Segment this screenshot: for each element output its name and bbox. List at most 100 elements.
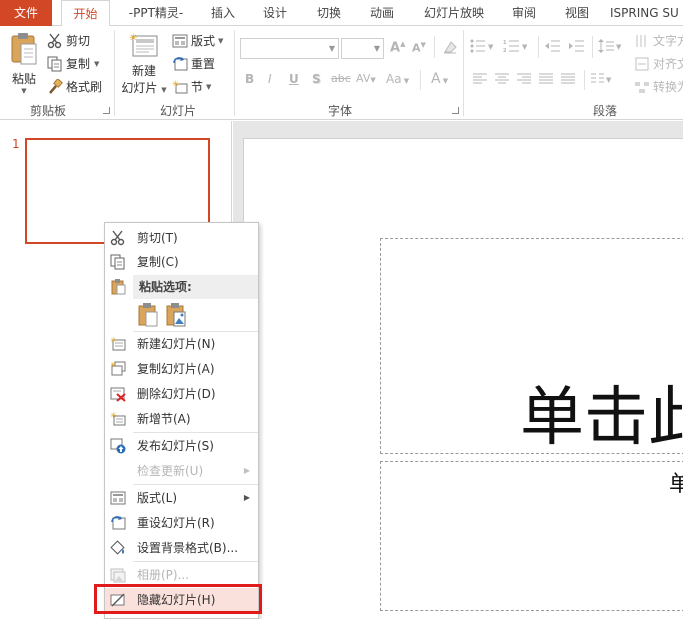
scissors-icon	[47, 33, 63, 49]
paragraph-group-label: 段落	[592, 104, 617, 118]
character-spacing-button[interactable]: AV▼	[356, 72, 376, 85]
align-text-label: 对齐文	[653, 57, 683, 71]
menu-item-layout[interactable]: 版式(L) ▶	[105, 486, 258, 510]
layout-icon	[172, 33, 188, 49]
shrink-font-button[interactable]: A▼	[412, 41, 426, 55]
italic-button[interactable]: I	[268, 72, 272, 86]
font-launcher-icon[interactable]	[452, 107, 459, 114]
bold-button[interactable]: B	[245, 72, 254, 86]
tab-ispring[interactable]: ISPRING SU	[610, 0, 683, 26]
font-name-dropdown-arrow-icon[interactable]: ▼	[329, 44, 335, 53]
reset-button[interactable]: 重置	[172, 55, 215, 72]
svg-text:▼: ▼	[606, 76, 612, 84]
shadow-button[interactable]: S	[312, 72, 321, 86]
columns-icon[interactable]: ▼	[590, 72, 614, 89]
tab-ppt-sprite[interactable]: -PPT精灵-	[120, 0, 192, 26]
reset-icon	[172, 56, 188, 72]
group-divider	[234, 30, 235, 116]
grow-font-button[interactable]: A▲	[390, 40, 405, 55]
menu-item-add-section[interactable]: ✳ 新增节(A)	[105, 407, 258, 431]
context-menu: 剪切(T) 复制(C) 粘贴选项: ✳ 新建幻灯片(N) ✳ 复制幻灯片(A)	[104, 222, 259, 619]
paste-dropdown-arrow-icon[interactable]: ▼	[21, 87, 26, 95]
tab-insert[interactable]: 插入	[201, 0, 245, 26]
menu-item-label: 复制幻灯片(A)	[137, 362, 215, 376]
convert-smartart-button[interactable]: 转换为	[634, 78, 683, 95]
svg-text:✳: ✳	[172, 80, 180, 90]
tab-home[interactable]: 开始	[61, 0, 110, 27]
change-case-button[interactable]: Aa ▼	[386, 72, 409, 86]
paste-icon	[11, 33, 37, 65]
menu-item-publish-slides[interactable]: 发布幻灯片(S)	[105, 434, 258, 458]
svg-text:✳: ✳	[129, 33, 137, 44]
increase-indent-icon[interactable]	[569, 39, 585, 56]
reset-slide-icon	[110, 515, 126, 531]
tab-review[interactable]: 审阅	[502, 0, 546, 26]
tab-slideshow[interactable]: 幻灯片放映	[414, 0, 494, 26]
layout-icon	[110, 490, 126, 506]
cut-button[interactable]: 剪切	[47, 32, 90, 49]
font-group-label: 字体	[327, 104, 352, 118]
text-direction-button[interactable]: 文字方	[634, 32, 683, 49]
svg-text:2: 2	[503, 48, 507, 53]
font-color-button[interactable]: A ▼	[431, 71, 448, 87]
copy-label: 复制	[66, 57, 91, 71]
menu-item-reset-slide[interactable]: 重设幻灯片(R)	[105, 511, 258, 535]
underline-button[interactable]: U	[289, 72, 299, 86]
menu-item-label: 新增节(A)	[137, 412, 191, 426]
font-size-dropdown-arrow-icon[interactable]: ▼	[374, 44, 380, 53]
align-right-icon[interactable]	[516, 72, 532, 89]
numbering-icon[interactable]: 1 2 ▼	[503, 39, 531, 56]
align-text-icon	[634, 56, 650, 72]
align-center-icon[interactable]	[494, 72, 510, 89]
paint-bucket-icon	[110, 540, 126, 556]
ribbon: 粘贴 ▼ 剪切 复制 ▼ 格式刷 剪贴板 ✳ 新建 幻灯片 ▼ 版式 ▼ 重置 …	[0, 26, 683, 120]
clipboard-launcher-icon[interactable]	[103, 107, 110, 114]
distributed-icon[interactable]	[560, 72, 576, 89]
new-slide-button[interactable]: ✳ 新建 幻灯片 ▼	[120, 32, 168, 98]
strikethrough-button[interactable]: abc	[331, 72, 351, 85]
menu-item-check-updates[interactable]: 检查更新(U) ▶	[105, 459, 258, 483]
bullets-icon[interactable]: ▼	[470, 39, 496, 56]
divider	[538, 36, 539, 58]
format-painter-button[interactable]: 格式刷	[47, 77, 103, 95]
paste-as-picture-button[interactable]	[165, 303, 187, 327]
align-text-button[interactable]: 对齐文	[634, 55, 683, 72]
delete-slide-icon	[110, 386, 126, 402]
cut-label: 剪切	[66, 34, 91, 48]
paste-button[interactable]: 粘贴 ▼	[6, 32, 42, 98]
menu-item-delete-slide[interactable]: 删除幻灯片(D)	[105, 382, 258, 406]
tab-view[interactable]: 视图	[555, 0, 599, 26]
justify-icon[interactable]	[538, 72, 554, 89]
font-name-combo[interactable]: ▼	[240, 38, 339, 59]
divider	[592, 36, 593, 58]
align-left-icon[interactable]	[472, 72, 488, 89]
section-button[interactable]: ✳ 节 ▼	[172, 78, 211, 95]
subtitle-placeholder[interactable]	[380, 461, 683, 611]
line-spacing-icon[interactable]: ▼	[598, 39, 624, 56]
svg-text:▼: ▼	[488, 43, 494, 51]
section-dropdown-arrow-icon[interactable]: ▼	[206, 83, 211, 91]
paste-label: 粘贴	[11, 72, 36, 86]
copy-icon	[110, 254, 126, 270]
copy-button[interactable]: 复制 ▼	[47, 55, 99, 72]
layout-button[interactable]: 版式 ▼	[172, 32, 223, 49]
format-painter-label: 格式刷	[66, 80, 103, 94]
menu-separator	[133, 432, 258, 433]
menu-item-copy[interactable]: 复制(C)	[105, 250, 258, 274]
copy-dropdown-arrow-icon[interactable]: ▼	[94, 60, 99, 68]
paste-keep-source-icon	[138, 303, 158, 327]
menu-item-new-slide[interactable]: ✳ 新建幻灯片(N)	[105, 332, 258, 356]
menu-item-duplicate-slide[interactable]: ✳ 复制幻灯片(A)	[105, 357, 258, 381]
tab-animations[interactable]: 动画	[360, 0, 404, 26]
layout-dropdown-arrow-icon[interactable]: ▼	[218, 37, 223, 45]
tab-file[interactable]: 文件	[0, 0, 52, 26]
menu-item-cut[interactable]: 剪切(T)	[105, 226, 258, 250]
tab-transitions[interactable]: 切换	[305, 0, 353, 26]
tab-design[interactable]: 设计	[253, 0, 297, 26]
brush-icon	[47, 77, 63, 95]
clear-formatting-icon[interactable]	[442, 39, 458, 58]
font-size-combo[interactable]: ▼	[341, 38, 384, 59]
menu-item-format-background[interactable]: 设置背景格式(B)...	[105, 536, 258, 560]
paste-keep-source-button[interactable]	[137, 303, 159, 327]
decrease-indent-icon[interactable]	[545, 39, 561, 56]
